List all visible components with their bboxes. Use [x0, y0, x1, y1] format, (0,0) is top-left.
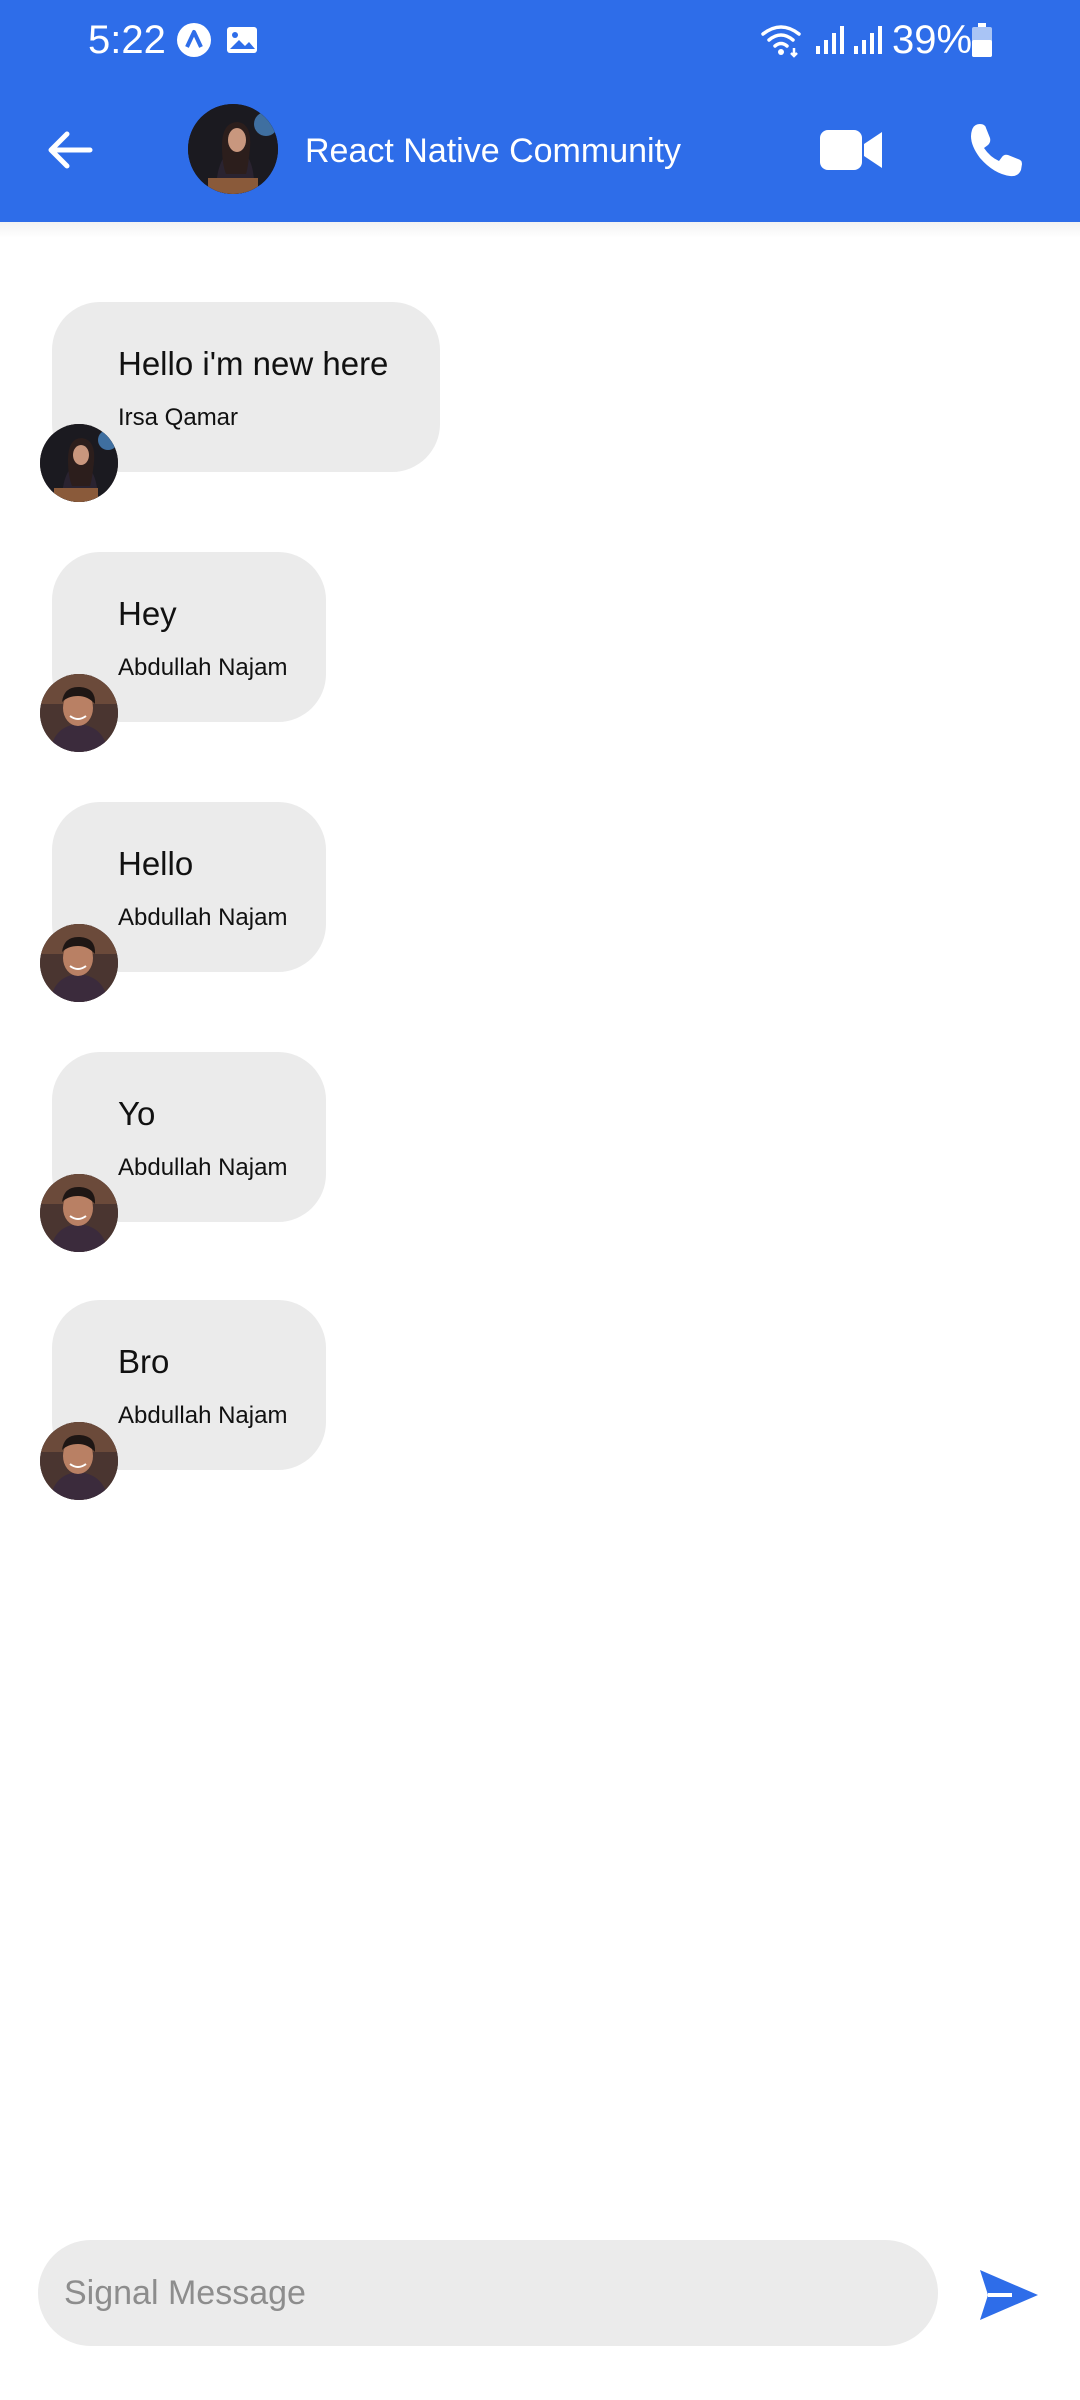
- message-author: Abdullah Najam: [118, 904, 288, 931]
- signal-icon: [850, 22, 886, 58]
- video-camera-icon: [820, 130, 882, 170]
- message-text: Hello i'm new here: [118, 345, 389, 382]
- message-list[interactable]: Hello i'm new here Irsa Qamar Hey Abdull…: [0, 238, 1080, 2238]
- sender-avatar[interactable]: [40, 674, 118, 752]
- message-input[interactable]: [38, 2240, 938, 2346]
- battery-icon: [970, 22, 994, 58]
- sender-avatar[interactable]: [40, 1422, 118, 1500]
- message-text: Bro: [118, 1343, 170, 1380]
- chat-title[interactable]: React Native Community: [305, 128, 681, 174]
- wifi-icon: [760, 22, 802, 58]
- status-bar: 5:22 39%: [0, 0, 1080, 80]
- voice-call-button[interactable]: [966, 120, 1026, 180]
- battery-percentage: 39%: [892, 18, 973, 62]
- sender-avatar[interactable]: [40, 424, 118, 502]
- message-text: Yo: [118, 1095, 156, 1132]
- back-button[interactable]: [40, 120, 100, 180]
- message-author: Irsa Qamar: [118, 404, 239, 431]
- send-icon: [980, 2270, 1038, 2320]
- message-text: Hello: [118, 845, 194, 882]
- message-author: Abdullah Najam: [118, 654, 288, 681]
- avatar-photo: [188, 104, 278, 194]
- header-divider: [0, 222, 1080, 238]
- send-button[interactable]: [978, 2266, 1040, 2324]
- group-avatar[interactable]: [188, 104, 278, 194]
- message-text: Hey: [118, 595, 177, 632]
- message-author: Abdullah Najam: [118, 1154, 288, 1181]
- video-call-button[interactable]: [818, 124, 884, 176]
- gallery-icon: [224, 22, 260, 58]
- arrow-left-icon: [48, 131, 93, 169]
- chat-toolbar: React Native Community: [0, 80, 1080, 222]
- message-author: Abdullah Najam: [118, 1402, 288, 1429]
- sender-avatar[interactable]: [40, 924, 118, 1002]
- app-header: 5:22 39% React Native Community: [0, 0, 1080, 222]
- status-time: 5:22: [88, 18, 166, 62]
- autofill-a-icon: [176, 22, 212, 58]
- sender-avatar[interactable]: [40, 1174, 118, 1252]
- phone-icon: [971, 124, 1022, 177]
- signal-icon: [812, 22, 848, 58]
